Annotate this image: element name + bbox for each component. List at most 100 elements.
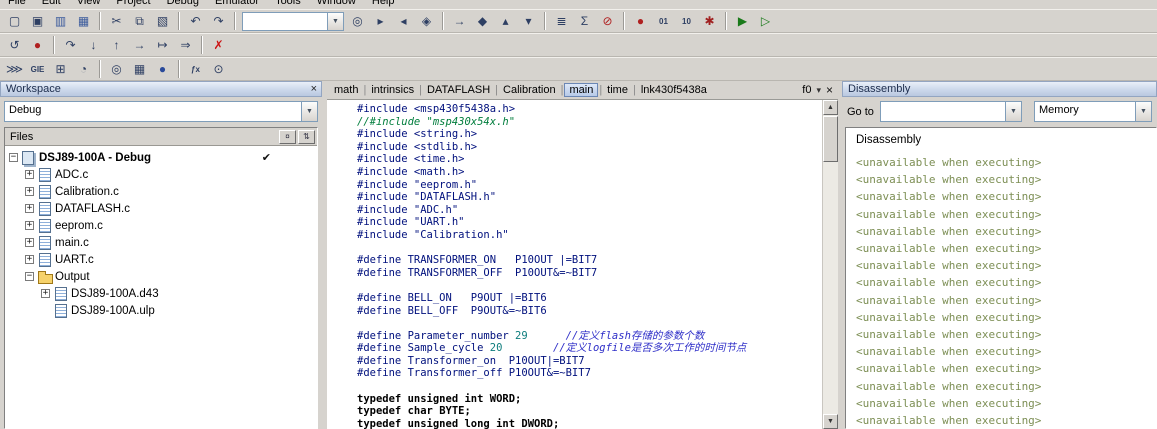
run-to-cursor-button[interactable]: ↦ (151, 35, 174, 55)
chevron-down-icon[interactable]: ▼ (327, 12, 343, 30)
gie-toggle-button[interactable]: GIE (26, 59, 49, 79)
download-and-debug-button[interactable]: ▶ (731, 11, 754, 31)
expand-minus-icon[interactable]: − (9, 153, 18, 162)
tree-item[interactable]: + UART.c (5, 251, 317, 268)
power-log-button[interactable]: ● (151, 59, 174, 79)
save-button[interactable]: ▥ (49, 11, 72, 31)
watch-window-button[interactable]: ◎ (105, 59, 128, 79)
stop-build-button[interactable]: ⊘ (596, 11, 619, 31)
compile-button[interactable]: Σ (573, 11, 596, 31)
menu-help[interactable]: Help (364, 0, 403, 9)
tab-intrinsics[interactable]: intrinsics (367, 83, 418, 97)
next-statement-button[interactable]: → (128, 35, 151, 55)
toggle-breakpoint-button[interactable]: ● (629, 11, 652, 31)
disassembly-listing[interactable]: Disassembly <unavailable when executing>… (845, 127, 1157, 429)
tab-Calibration[interactable]: Calibration (499, 83, 560, 97)
step-over-button[interactable]: ↷ (59, 35, 82, 55)
step-into-button[interactable]: ↓ (82, 35, 105, 55)
status-column-icon[interactable]: ⇅ (298, 129, 315, 144)
tab-math[interactable]: math (330, 83, 362, 97)
new-document-button[interactable]: ▢ (3, 11, 26, 31)
build-configuration-combobox[interactable]: Debug ▼ (4, 101, 318, 122)
workspace-close-icon[interactable]: × (311, 84, 317, 95)
tree-item[interactable]: + eeprom.c (5, 217, 317, 234)
find-text-combobox[interactable]: ▼ (242, 11, 344, 31)
save-all-button[interactable]: ▦ (72, 11, 95, 31)
tree-item[interactable]: + main.c (5, 234, 317, 251)
function-selector-dropdown-icon[interactable]: ▾ (816, 85, 821, 96)
tree-item[interactable]: + DSJ89-100A.d43 (5, 285, 317, 302)
expand-plus-icon[interactable]: + (25, 187, 34, 196)
find-button[interactable]: ◎ (346, 11, 369, 31)
register-window-button[interactable]: ▦ (128, 59, 151, 79)
tab-time[interactable]: time (603, 83, 632, 97)
go-button[interactable]: ⇒ (174, 35, 197, 55)
tree-item[interactable]: + Calibration.c (5, 183, 317, 200)
menu-debug[interactable]: Debug (159, 0, 207, 9)
c-spy-debugger-button[interactable]: ✱ (698, 11, 721, 31)
tab-DATAFLASH[interactable]: DATAFLASH (423, 83, 494, 97)
file-tree[interactable]: − DSJ89-100A - Debug ✔ + ADC.c + Calibration.c… (5, 147, 317, 428)
previous-bookmark-button[interactable]: ▴ (494, 11, 517, 31)
tab-main[interactable]: main (564, 83, 599, 97)
expand-plus-icon[interactable]: + (25, 221, 34, 230)
expand-plus-icon[interactable]: + (25, 170, 34, 179)
menu-project[interactable]: Project (108, 0, 158, 9)
tab-lnk430f5438a[interactable]: lnk430f5438a (637, 83, 711, 97)
go-to-button[interactable]: → (448, 11, 471, 31)
undo-button[interactable]: ↶ (184, 11, 207, 31)
scroll-down-icon[interactable]: ▼ (823, 414, 838, 429)
document-close-icon[interactable]: × (826, 84, 833, 96)
expand-plus-icon[interactable]: + (25, 238, 34, 247)
memory-view-1-button[interactable]: 01 (652, 11, 675, 31)
menu-view[interactable]: View (69, 0, 109, 9)
copy-button[interactable]: ⧉ (128, 11, 151, 31)
cut-button[interactable]: ✂ (105, 11, 128, 31)
editor-vertical-scrollbar[interactable]: ▲ ▼ (822, 100, 838, 429)
next-bookmark-button[interactable]: ▾ (517, 11, 540, 31)
break-button[interactable]: ● (26, 35, 49, 55)
redo-button[interactable]: ↷ (207, 11, 230, 31)
clock-control-button[interactable]: ◔ (72, 59, 95, 79)
reset-button[interactable]: ↺ (3, 35, 26, 55)
code-coverage-button[interactable]: ⊙ (207, 59, 230, 79)
menu-emulator[interactable]: Emulator (207, 0, 267, 9)
memory-view-2-button[interactable]: 10 (675, 11, 698, 31)
settings-column-icon[interactable]: ¤ (279, 129, 296, 144)
tree-item[interactable]: DSJ89-100A.ulp (5, 302, 317, 319)
toggle-bookmark-button[interactable]: ◆ (471, 11, 494, 31)
chevron-down-icon[interactable]: ▼ (1135, 102, 1151, 121)
scrollbar-thumb[interactable] (823, 116, 838, 162)
tree-item[interactable]: − DSJ89-100A - Debug ✔ (5, 149, 317, 166)
expand-plus-icon[interactable]: + (25, 255, 34, 264)
find-previous-button[interactable]: ◂ (392, 11, 415, 31)
scroll-up-icon[interactable]: ▲ (823, 100, 838, 115)
find-next-button[interactable]: ▸ (369, 11, 392, 31)
menu-window[interactable]: Window (309, 0, 364, 9)
chevron-down-icon[interactable]: ▼ (301, 102, 317, 121)
autostep-button[interactable]: ⋙ (3, 59, 26, 79)
tree-item[interactable]: + DATAFLASH.c (5, 200, 317, 217)
replace-button[interactable]: ◈ (415, 11, 438, 31)
menu-tools[interactable]: Tools (267, 0, 309, 9)
interrupts-window-button[interactable]: ⊞ (49, 59, 72, 79)
chevron-down-icon[interactable]: ▼ (1004, 102, 1021, 121)
download-and-debug-icon: ▶ (737, 14, 748, 28)
menu-file[interactable]: File (0, 0, 34, 9)
expand-plus-icon[interactable]: + (41, 289, 50, 298)
menu-edit[interactable]: Edit (34, 0, 69, 9)
paste-button[interactable]: ▧ (151, 11, 174, 31)
debug-without-downloading-button[interactable]: ▷ (754, 11, 777, 31)
make-button[interactable]: ≣ (550, 11, 573, 31)
expand-minus-icon[interactable]: − (25, 272, 34, 281)
open-file-button[interactable]: ▣ (26, 11, 49, 31)
code-area[interactable]: #include <msp430f5438a.h>//#include "msp… (327, 100, 822, 429)
step-out-button[interactable]: ↑ (105, 35, 128, 55)
function-profiler-button[interactable]: ƒx (184, 59, 207, 79)
expand-plus-icon[interactable]: + (25, 204, 34, 213)
tree-item[interactable]: + ADC.c (5, 166, 317, 183)
tree-item[interactable]: − Output (5, 268, 317, 285)
goto-combobox[interactable]: ▼ (879, 101, 1022, 122)
view-mode-combobox[interactable]: Memory ▼ (1034, 101, 1152, 122)
stop-debugging-button[interactable]: ✗ (207, 35, 230, 55)
